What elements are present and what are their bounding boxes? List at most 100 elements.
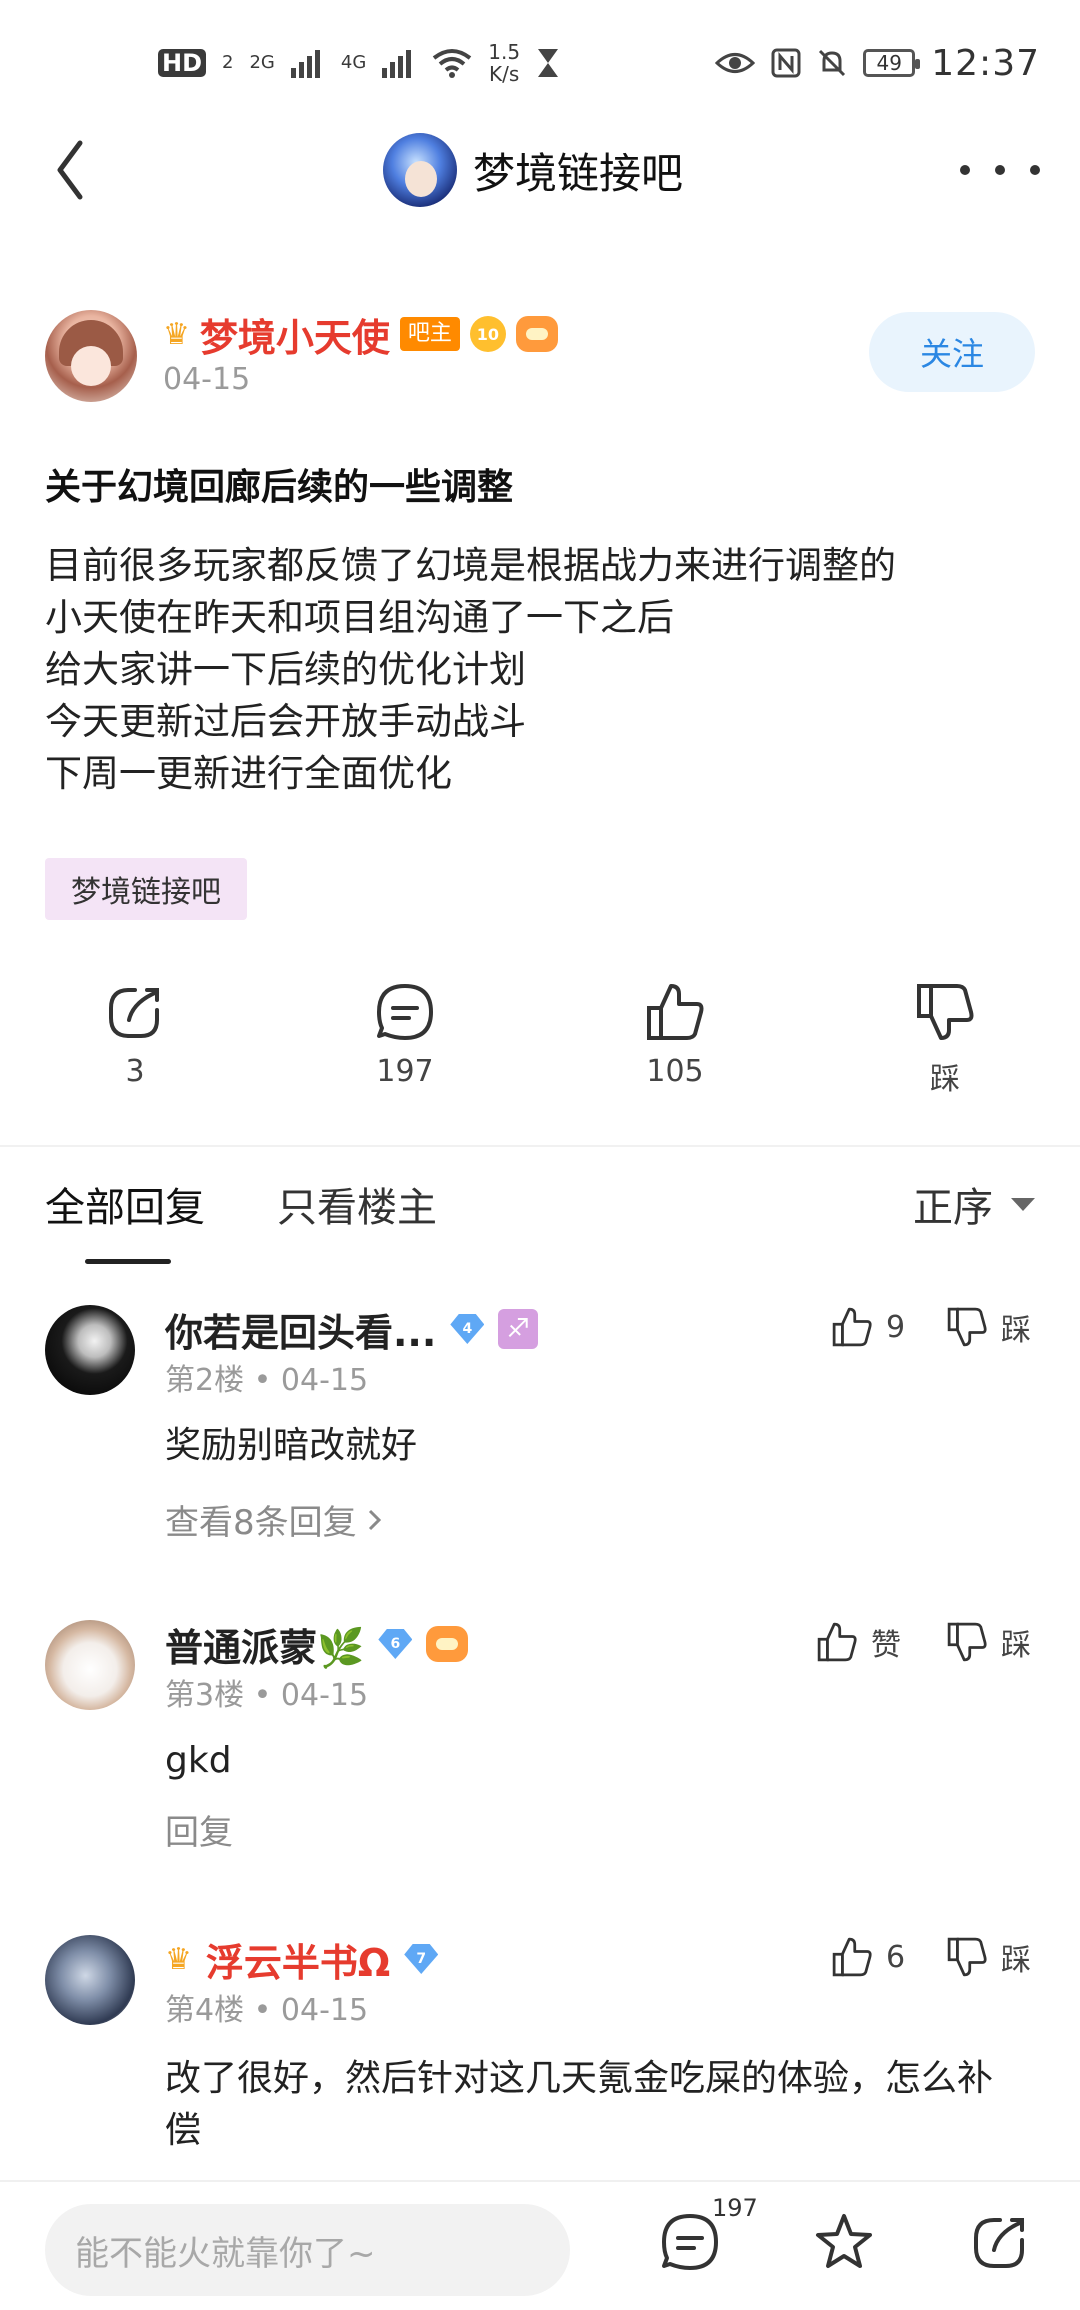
level-badge: 10 [469,316,506,352]
reply-input[interactable]: 能不能火就靠你了~ [45,2204,570,2296]
post-date: 04-15 [163,362,251,397]
reply-floor: 第4楼 [165,1993,245,2028]
reply-like-button[interactable]: 赞 [815,1620,901,1664]
crown-icon: ♛ [163,316,190,352]
net-4g-label: 4G [340,52,367,73]
thumbs-down-icon [947,1307,987,1347]
status-bar: HD 2 2G 4G 1.5 K/s 49 12:37 [0,0,1080,120]
back-button[interactable] [50,135,120,205]
net-2g-label: 2G [249,52,275,73]
reply-avatar[interactable] [45,1305,135,1395]
reply-button[interactable]: 回复 [165,1805,233,1854]
share-action[interactable]: 3 [65,980,205,1089]
reply-meta: 第2楼 • 04-15 [165,1355,368,1399]
reply-floor: 第3楼 [165,1678,245,1713]
share-icon[interactable] [968,2210,1032,2274]
post-body-line: 给大家讲一下后续的优化计划 [45,648,526,691]
more-dot-icon [1030,165,1040,175]
tab-op-only[interactable]: 只看楼主 [277,1175,437,1233]
reply-dislike-button[interactable]: 踩 [945,1935,1031,1979]
author-name[interactable]: 梦境小天使 [200,307,390,362]
view-replies-link[interactable]: 查看8条回复 [165,1495,385,1544]
reply-text: 奖励别暗改就好 [165,1425,418,1466]
post-author-block: ♛ 梦境小天使 吧主 10 04-15 关注 [45,310,1035,410]
reply-avatar[interactable] [45,1935,135,2025]
network-speed: 1.5 K/s [488,41,520,85]
star-icon[interactable] [812,2210,876,2274]
comment-action[interactable]: 197 [335,980,475,1089]
reply-author-name[interactable]: 你若是回头看... [165,1302,436,1357]
caret-down-icon [1011,1197,1035,1211]
dislike-label: 踩 [930,1062,960,1097]
level-diamond-badge: 7 [404,1944,439,1974]
hd-indicator: HD [158,49,207,77]
battery-icon: 49 [863,49,921,77]
reply-dislike-button[interactable]: 踩 [945,1305,1031,1349]
reply-like-button[interactable]: 9 [830,1305,905,1349]
post-body-line: 今天更新过后会开放手动战斗 [45,700,526,743]
share-icon [109,988,159,1038]
level-diamond-badge: 4 [450,1314,485,1344]
like-action[interactable]: 105 [605,980,745,1089]
gamepad-icon [426,1626,469,1662]
reply-item: 普通派蒙🌿 6 第3楼 • 04-15 gkd 回复 赞 踩 [45,1620,1035,1870]
post-title: 关于幻境回廊后续的一些调整 [45,467,514,508]
tab-all-replies[interactable]: 全部回复 [45,1175,205,1233]
thumbs-up-icon [832,1937,872,1977]
follow-button[interactable]: 关注 [869,312,1035,392]
reply-author-name[interactable]: 浮云半书Ω [206,1932,390,1987]
top-nav: 梦境链接吧 [0,120,1080,220]
divider [0,1145,1080,1147]
reply-meta: 第3楼 • 04-15 [165,1670,368,1714]
post-actions: 3 197 105 踩 [0,980,1080,1100]
status-left: HD 2 2G 4G 1.5 K/s [158,38,560,88]
reply-author-line: 你若是回头看... 4 ♐ [165,1305,539,1355]
author-avatar[interactable] [45,310,137,402]
sort-label: 正序 [913,1185,993,1231]
post-body-line: 下周一更新进行全面优化 [45,752,452,795]
reply-item: ♛ 浮云半书Ω 7 第4楼 • 04-15 改了很好，然后针对这几天氪金吃屎的体… [45,1935,1035,2175]
signal-icon [382,50,412,78]
thumbs-up-icon [647,984,704,1040]
reply-author-line: 普通派蒙🌿 6 [165,1620,469,1670]
reply-floor: 第2楼 [165,1363,245,1398]
forum-avatar [383,133,457,207]
signal-icon [290,50,320,78]
meta-separator: • [253,1993,272,2028]
reply-dislike-button[interactable]: 踩 [945,1620,1031,1664]
clock: 12:37 [931,42,1040,84]
reply-like-count: 9 [886,1309,906,1345]
reply-text: 改了很好，然后针对这几天氪金吃屎的体验，怎么补偿 [165,2058,994,2151]
thumbs-down-icon [917,984,974,1040]
speed-value: 1.5 [488,40,521,64]
bottom-bar: 能不能火就靠你了~ 197 [0,2180,1080,2310]
battery-level: 49 [876,51,902,75]
reply-date: 04-15 [280,1678,369,1713]
status-right: 49 12:37 [715,38,1040,88]
sort-toggle[interactable]: 正序 [913,1175,1035,1233]
speed-unit: K/s [489,62,520,86]
reply-like-label: 赞 [871,1628,901,1663]
reply-date: 04-15 [280,1993,369,2028]
reply-author-name[interactable]: 普通派蒙🌿 [165,1617,364,1672]
post-body-line: 小天使在昨天和项目组沟通了一下之后 [45,596,674,639]
more-options-button[interactable] [960,150,1040,190]
forum-tag[interactable]: 梦境链接吧 [45,858,247,920]
forum-title: 梦境链接吧 [473,148,684,198]
reply-like-button[interactable]: 6 [830,1935,905,1979]
dislike-action[interactable]: 踩 [875,980,1015,1098]
post-body: 目前很多玩家都反馈了幻境是根据战力来进行调整的 小天使在昨天和项目组沟通了一下之… [45,540,1035,800]
reply-avatar[interactable] [45,1620,135,1710]
level-diamond-badge: 6 [378,1629,413,1659]
nfc-icon [771,48,801,78]
meta-separator: • [253,1678,272,1713]
reply-text: gkd [165,1740,232,1781]
bottom-comment-count: 197 [712,2194,758,2222]
reply-meta: 第4楼 • 04-15 [165,1985,368,2029]
thumbs-down-icon [947,1937,987,1977]
thumbs-down-icon [947,1622,987,1662]
reply-dislike-label: 踩 [1001,1313,1031,1348]
forum-header[interactable]: 梦境链接吧 [383,130,683,210]
like-count: 105 [646,1054,704,1089]
crown-icon: ♛ [165,1941,192,1977]
